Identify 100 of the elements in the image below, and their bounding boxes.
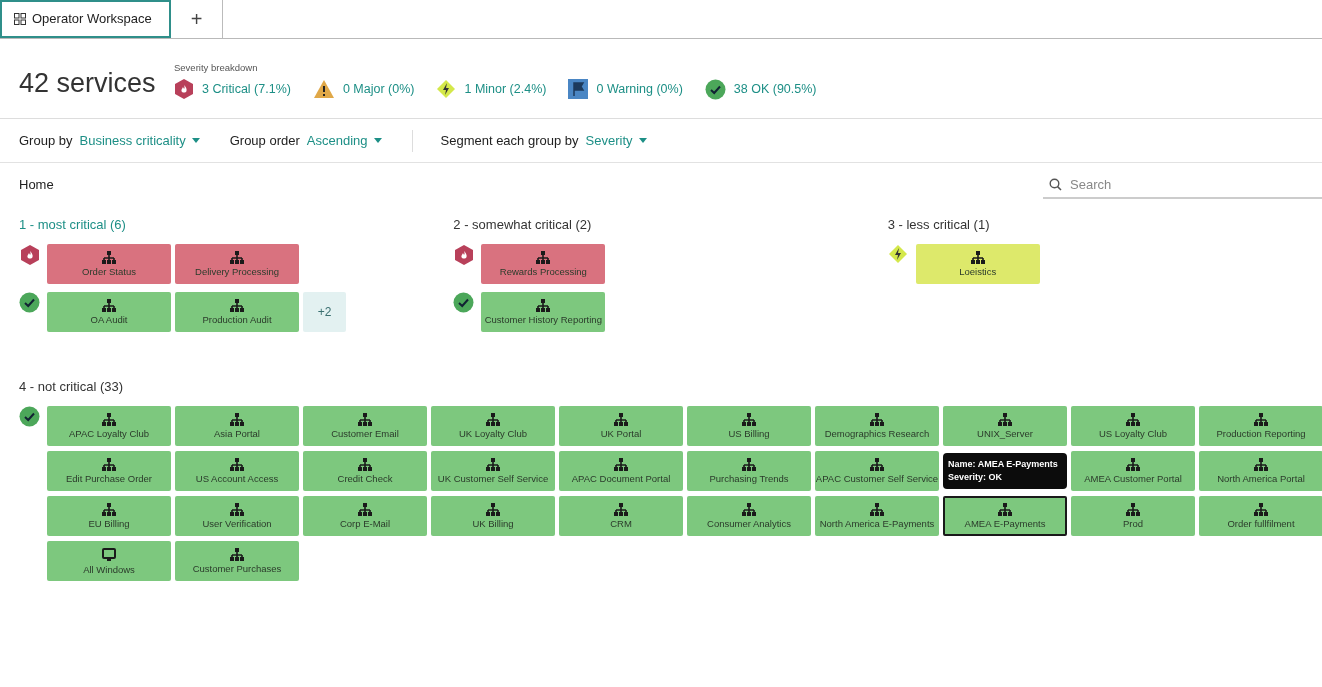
- hierarchy-icon: [1126, 413, 1140, 426]
- hierarchy-icon: [1126, 458, 1140, 471]
- service-tile[interactable]: Order Status: [47, 243, 171, 284]
- lightning-icon: [436, 79, 457, 100]
- service-tile[interactable]: Rewards Processing: [481, 243, 606, 284]
- hierarchy-icon: [614, 413, 628, 426]
- service-tile[interactable]: UK Portal: [559, 406, 683, 446]
- toolbar-label: Segment each group by: [440, 131, 579, 150]
- service-tile[interactable]: All Windows: [47, 541, 171, 581]
- service-tile[interactable]: CRM: [559, 496, 683, 536]
- service-tile[interactable]: Asia Portal: [175, 406, 299, 446]
- service-tile[interactable]: Purchasing Trends: [687, 451, 811, 491]
- toolbar-dropdown[interactable]: Ascending: [306, 130, 382, 151]
- warning-triangle-icon: [312, 79, 335, 100]
- check-circle-icon: [704, 78, 726, 100]
- critical-icon: [19, 243, 40, 266]
- severity-count-link[interactable]: 1 Minor (2.4%): [464, 79, 547, 99]
- service-tile[interactable]: Corp E-Mail: [303, 496, 427, 536]
- group-title[interactable]: 1 - most critical (6): [19, 215, 454, 235]
- check-circle-icon: [453, 291, 475, 313]
- service-tile[interactable]: UK Billing: [431, 496, 555, 536]
- service-tile[interactable]: Customer Purchases: [175, 541, 299, 581]
- service-tile[interactable]: US Billing: [687, 406, 811, 446]
- toolbar-dropdown[interactable]: Severity: [585, 130, 647, 151]
- service-tile[interactable]: Customer History Reporting: [481, 291, 606, 332]
- service-tile[interactable]: US Account Access: [175, 451, 299, 491]
- service-tile[interactable]: Customer Email: [303, 406, 427, 446]
- check-circle-icon: [19, 291, 40, 313]
- search-icon: [1049, 178, 1062, 191]
- service-tile[interactable]: Production Reporting: [1199, 406, 1322, 446]
- hierarchy-icon: [870, 503, 884, 516]
- service-tile[interactable]: US Loyalty Club: [1071, 406, 1195, 446]
- hierarchy-icon: [358, 413, 372, 426]
- hierarchy-icon: [102, 458, 116, 471]
- service-tile[interactable]: APAC Customer Self Service: [815, 451, 939, 491]
- service-tile[interactable]: APAC Loyalty Club: [47, 406, 171, 446]
- tooltip-text: Name: AMEA E-Payments: [948, 458, 1058, 471]
- hierarchy-icon: [536, 250, 551, 264]
- hierarchy-icon: [230, 250, 244, 264]
- severity-count-link[interactable]: 38 OK (90.5%): [733, 79, 817, 99]
- service-tile[interactable]: Demographics Research: [815, 406, 939, 446]
- hierarchy-icon: [536, 298, 551, 312]
- toolbar-dropdown[interactable]: Business criticality: [79, 130, 200, 151]
- hierarchy-icon: [486, 458, 500, 471]
- hierarchy-icon: [358, 458, 372, 471]
- breadcrumb: Home: [19, 176, 54, 195]
- severity-count-link[interactable]: 0 Major (0%): [342, 79, 415, 99]
- tooltip-text: Severity: OK: [948, 471, 1003, 484]
- service-tile[interactable]: UK Loyalty Club: [431, 406, 555, 446]
- group-title[interactable]: 2 - somewhat critical (2): [453, 215, 888, 235]
- service-tile[interactable]: AMEA Customer Portal: [1071, 451, 1195, 491]
- group-title[interactable]: 3 - less critical (1): [887, 215, 1322, 235]
- workspace-tab[interactable]: Operator Workspace: [0, 0, 171, 38]
- service-tile[interactable]: Delivery Processing: [175, 243, 299, 284]
- hierarchy-icon: [102, 413, 116, 426]
- service-tile[interactable]: Consumer Analytics: [687, 496, 811, 536]
- breakdown-label: Severity breakdown: [174, 60, 259, 75]
- search-field[interactable]: Search: [1043, 172, 1322, 199]
- hierarchy-icon: [998, 503, 1012, 516]
- toolbar-label: Group order: [229, 131, 300, 150]
- service-tile[interactable]: User Verification: [175, 496, 299, 536]
- hierarchy-icon: [614, 458, 628, 471]
- service-tile[interactable]: North America E-Payments: [815, 496, 939, 536]
- caret-icon: [191, 138, 200, 143]
- more-tiles-button[interactable]: +2: [303, 291, 346, 332]
- service-tile[interactable]: North America Portal: [1199, 451, 1322, 491]
- hierarchy-icon: [230, 298, 244, 312]
- service-tile[interactable]: APAC Document Portal: [559, 451, 683, 491]
- hierarchy-icon: [970, 250, 985, 264]
- service-tile[interactable]: UK Customer Self Service: [431, 451, 555, 491]
- service-tile[interactable]: UNIX_Server: [943, 406, 1067, 446]
- hierarchy-icon: [230, 503, 244, 516]
- severity-count-link[interactable]: 3 Critical (7.1%): [202, 79, 291, 99]
- hierarchy-icon: [614, 503, 628, 516]
- hierarchy-icon: [358, 503, 372, 516]
- service-tile[interactable]: Production Audit: [175, 291, 299, 332]
- add-tab-button[interactable]: +: [171, 0, 223, 38]
- hierarchy-icon: [870, 458, 884, 471]
- monitor-icon: [102, 547, 116, 562]
- service-tile[interactable]: Credit Check: [303, 451, 427, 491]
- hierarchy-icon: [102, 298, 116, 312]
- service-tile[interactable]: Order fullfilment: [1199, 496, 1322, 536]
- service-tile[interactable]: Prod: [1071, 496, 1195, 536]
- hierarchy-icon: [230, 548, 244, 561]
- critical-icon: [453, 243, 474, 266]
- toolbar-label: Group by: [19, 131, 73, 150]
- service-tile[interactable]: AMEA E-Payments: [943, 496, 1067, 536]
- service-tile[interactable]: OA Audit: [47, 291, 171, 332]
- hierarchy-icon: [1254, 503, 1268, 516]
- hierarchy-icon: [742, 503, 756, 516]
- service-tile[interactable]: Edit Purchase Order: [47, 451, 171, 491]
- critical-icon: [174, 78, 194, 101]
- group-title[interactable]: 4 - not critical (33): [19, 377, 1322, 397]
- caret-icon: [373, 138, 382, 143]
- page-title: 42 services: [19, 66, 157, 100]
- severity-count-link[interactable]: 0 Warning (0%): [596, 79, 683, 99]
- service-tile[interactable]: Loeistics: [915, 243, 1040, 284]
- service-tile[interactable]: EU Billing: [47, 496, 171, 536]
- hierarchy-icon: [102, 503, 116, 516]
- hierarchy-icon: [102, 250, 116, 264]
